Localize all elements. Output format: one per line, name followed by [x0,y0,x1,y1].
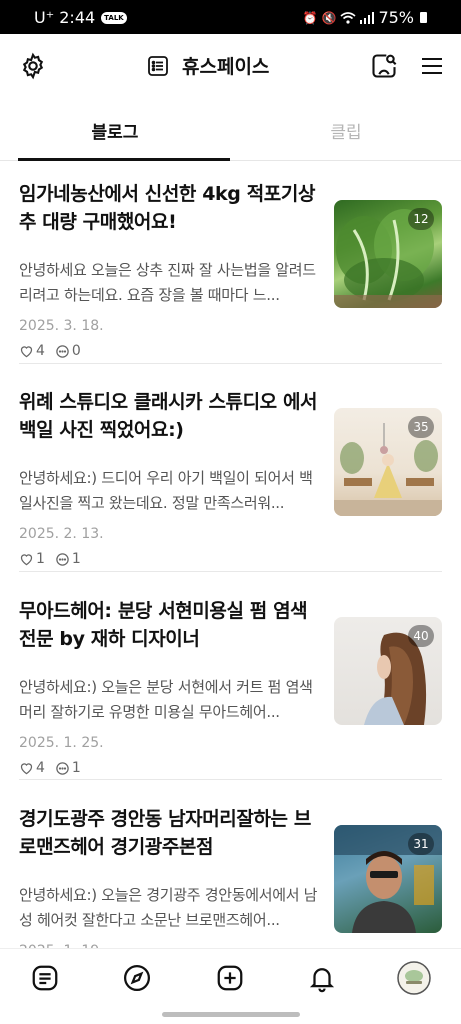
settings-icon[interactable] [18,51,48,81]
gesture-bar-area [0,1006,461,1024]
post-excerpt: 안녕하세요 오늘은 상추 진짜 잘 사는법을 알려드리려고 하는데요. 요즘 장… [19,261,316,304]
photo-count-badge: 40 [408,625,434,647]
like-stat[interactable]: 1 [19,551,45,567]
comment-stat[interactable]: 1 [55,551,81,567]
post-thumbnail[interactable]: 40 [334,617,442,725]
battery-percent: 75% [378,8,414,27]
post-date: 2025. 3. 18. [19,318,104,334]
post-title[interactable]: 경기도광주 경안동 남자머리잘하는 브로맨즈헤어 경기광주본점 [19,805,324,861]
carrier-time: U⁺ 2:44 [34,8,96,27]
comment-count: 1 [71,760,81,776]
comment-stat[interactable]: 1 [55,760,81,776]
post-item[interactable]: 경기도광주 경안동 남자머리잘하는 브로맨즈헤어 경기광주본점 안녕하세요:) … [19,805,442,959]
photo-count-badge: 35 [408,416,434,438]
post-thumbnail[interactable]: 35 [334,408,442,516]
post-excerpt: 안녕하세요:) 오늘은 경기광주 경안동에서에서 남성 헤어컷 잘한다고 소문난… [19,886,318,929]
alarm-icon: ⏰ [302,10,318,25]
wifi-icon [340,11,356,24]
like-count: 1 [36,551,45,567]
tab-clip-label: 클립 [330,122,362,143]
post-title[interactable]: 임가네농산에서 신선한 4kg 적포기상추 대량 구매했어요! [19,180,324,236]
post-excerpt: 안녕하세요:) 오늘은 분당 서현에서 커트 펌 염색 머리 잘하기로 유명한 … [19,678,313,721]
mute-icon: 🔇 [321,10,337,25]
post-date: 2025. 1. 25. [19,735,104,751]
menu-icon[interactable] [416,50,448,82]
heart-icon [20,763,33,775]
profile-avatar[interactable] [397,961,431,995]
feed-icon[interactable] [28,961,62,995]
post-thumbnail[interactable]: 31 [334,825,442,933]
tab-blog-label: 블로그 [91,122,139,143]
post-stats: 4 1 [19,760,91,776]
post-title[interactable]: 무아드헤어: 분당 서현미용실 펌 염색 전문 by 재하 디자이너 [19,597,324,653]
status-left: U⁺ 2:44 TALK [34,8,127,27]
blog-title-group[interactable]: 휴스페이스 [146,52,269,79]
comment-icon [56,552,69,566]
post-thumbnail[interactable]: 12 [334,200,442,308]
profile-search-icon[interactable] [368,50,400,82]
like-count: 4 [36,343,45,359]
comment-icon [56,761,69,775]
status-bar: U⁺ 2:44 TALK ⏰ 🔇 75% [0,0,461,34]
home-indicator[interactable] [162,1012,300,1017]
like-stat[interactable]: 4 [19,343,45,359]
page-title: 휴스페이스 [182,56,270,78]
divider [19,779,442,780]
divider [19,571,442,572]
comment-icon [56,344,69,358]
post-item[interactable]: 무아드헤어: 분당 서현미용실 펌 염색 전문 by 재하 디자이너 안녕하세요… [19,597,442,787]
compass-icon[interactable] [120,961,154,995]
bell-icon[interactable] [305,961,339,995]
post-excerpt: 안녕하세요:) 드디어 우리 아기 백일이 되어서 백일사진을 찍고 왔는데요.… [19,469,313,512]
post-stats: 4 0 [19,343,91,359]
photo-count-badge: 12 [408,208,434,230]
post-item[interactable]: 위례 스튜디오 클래시카 스튜디오 에서 백일 사진 찍었어요:) 안녕하세요:… [19,388,442,578]
bottom-navigation [0,948,461,1007]
divider [19,363,442,364]
content-tabs: 블로그 클립 [0,100,461,161]
app-header: 휴스페이스 [0,34,461,98]
talk-notification-icon: TALK [101,11,127,24]
battery-icon [420,12,427,23]
blog-list-icon [148,55,168,76]
tab-blog[interactable]: 블로그 [0,100,230,161]
comment-count: 0 [71,343,81,359]
comment-stat[interactable]: 0 [55,343,81,359]
comment-count: 1 [71,551,81,567]
status-right: ⏰ 🔇 75% [303,8,427,27]
post-item[interactable]: 임가네농산에서 신선한 4kg 적포기상추 대량 구매했어요! 안녕하세요 오늘… [19,180,442,370]
post-date: 2025. 2. 13. [19,526,104,542]
like-count: 4 [36,760,45,776]
heart-icon [20,346,33,358]
tab-clip[interactable]: 클립 [231,100,461,160]
heart-icon [20,554,33,566]
post-title[interactable]: 위례 스튜디오 클래시카 스튜디오 에서 백일 사진 찍었어요:) [19,388,324,444]
photo-count-badge: 31 [408,833,434,855]
post-stats: 1 1 [19,551,91,567]
signal-icon [360,11,375,24]
like-stat[interactable]: 4 [19,760,45,776]
add-post-icon[interactable] [213,961,247,995]
